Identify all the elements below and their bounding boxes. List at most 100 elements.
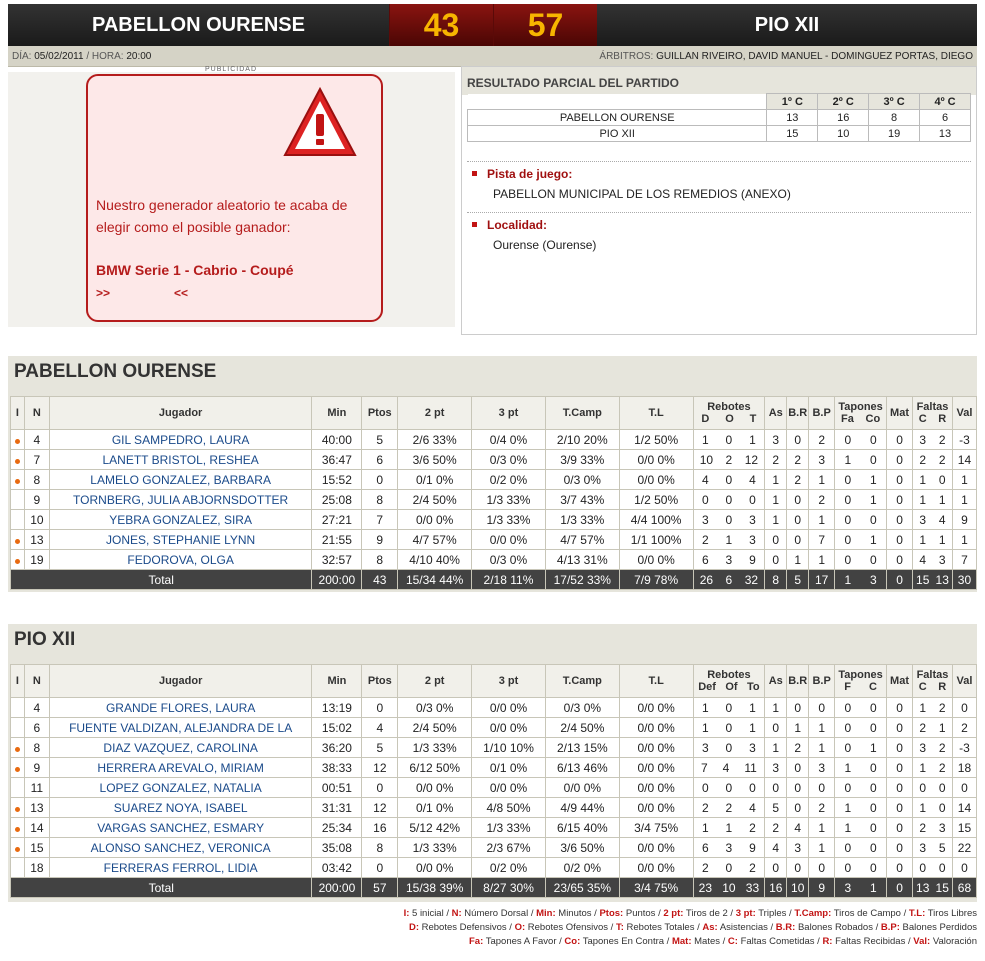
player-name-link[interactable]: TORNBERG, JULIA ABJORNSDOTTER <box>48 489 313 510</box>
arrow-right: << <box>174 286 189 300</box>
legend-key: R: <box>822 936 833 947</box>
cell-number: 13 <box>23 797 50 818</box>
player-name-link[interactable]: LAMELO GONZALEZ, BARBARA <box>48 469 313 490</box>
subvalue: 2 <box>919 452 927 467</box>
cell-min: 36:20 <box>311 737 363 758</box>
subvalue: 0 <box>725 472 733 487</box>
subvalue: 3 <box>919 840 927 855</box>
player-name-link[interactable]: JONES, STEPHANIE LYNN <box>48 529 313 550</box>
col-header-tl: T.L <box>618 396 694 430</box>
ad-arrows[interactable]: >> << <box>96 286 252 300</box>
player-name-link[interactable]: HERRERA AREVALO, MIRIAM <box>48 757 313 778</box>
player-name-link[interactable]: YEBRA GONZALEZ, SIRA <box>48 509 313 530</box>
player-name-link[interactable]: LANETT BRISTOL, RESHEA <box>48 449 313 470</box>
cell-as: 3 <box>764 429 788 450</box>
cell-val: 15 <box>951 817 978 838</box>
subvalue: 3 <box>749 532 756 547</box>
cell-rebounds: 1 1 2 <box>692 817 766 838</box>
subvalue: 0 <box>844 472 852 487</box>
legend-key: D: <box>408 922 419 933</box>
cell-val: 30 <box>951 569 978 590</box>
cell-starter <box>10 857 25 878</box>
cell-starter <box>10 429 25 450</box>
subvalue: C <box>869 681 877 693</box>
starter-dot-icon <box>14 846 20 852</box>
subvalue: R <box>938 413 947 425</box>
cell-subvalues: 01 <box>835 741 886 755</box>
player-name-link[interactable]: LOPEZ GONZALEZ, NATALIA <box>48 777 313 798</box>
legend-desc: Tiros de Campo / <box>833 908 907 919</box>
subvalue: 10 <box>699 452 714 467</box>
cell-val: 9 <box>951 509 978 530</box>
cell-br: 1 <box>786 717 810 738</box>
ad-prize[interactable]: BMW Serie 1 - Cabrio - Coupé <box>96 262 294 278</box>
subvalue: 0 <box>749 492 756 507</box>
cell-subvalues: 13 <box>835 573 886 587</box>
cell-2pt: 1/3 33% <box>397 737 473 758</box>
cell-subvalues: 6 3 9 <box>694 841 765 855</box>
subvalue: 15 <box>935 880 949 895</box>
referees-value: GUILLAN RIVEIRO, DAVID MANUEL - DOMINGUE… <box>656 50 973 62</box>
cell-subvalues: 01 <box>835 473 886 487</box>
player-name-link[interactable]: DIAZ VAZQUEZ, CAROLINA <box>48 737 313 758</box>
cell-starter <box>10 529 25 550</box>
player-name-link[interactable]: GIL SAMPEDRO, LAURA <box>48 429 313 450</box>
subvalue: 1 <box>919 492 927 507</box>
partial-result-title: RESULTADO PARCIAL DEL PARTIDO <box>462 67 976 95</box>
cell-faltas: 21 <box>912 717 953 738</box>
cell-3pt: 1/3 33% <box>471 817 546 838</box>
cell-mat: 0 <box>886 857 913 878</box>
player-name-link[interactable]: FUENTE VALDIZAN, ALEJANDRA DE LA <box>48 717 313 738</box>
cell-bp: 0 <box>808 857 836 878</box>
cell-tl: 0/0 0% <box>618 797 694 818</box>
cell-br: 0 <box>786 697 810 718</box>
referees: ÁRBITROS: GUILLAN RIVEIRO, DAVID MANUEL … <box>599 51 973 62</box>
stats-table: I N Jugador Min Ptos 2 pt 3 pt T.Camp T.L Rebotes… <box>9 664 978 898</box>
player-name-link[interactable]: VARGAS SANCHEZ, ESMARY <box>48 817 313 838</box>
player-name-link[interactable]: FEDOROVA, OLGA <box>48 549 313 570</box>
cell-tapones: 00 <box>834 697 888 718</box>
subvalue: 3 <box>938 820 946 835</box>
player-name-link[interactable]: FERRERAS FERROL, LIDIA <box>48 857 313 878</box>
subvalue: 0 <box>869 452 877 467</box>
cell-val: 22 <box>951 837 978 858</box>
player-name-link[interactable]: SUAREZ NOYA, ISABEL <box>48 797 313 818</box>
cell-as: 8 <box>764 569 788 590</box>
cell-faltas: 43 <box>912 549 953 570</box>
subvalue: 0 <box>725 740 733 755</box>
cell-subvalues: 7 4 11 <box>694 761 765 775</box>
cell-mat: 0 <box>886 877 913 898</box>
subvalue: 2 <box>938 432 946 447</box>
cell-val: 0 <box>951 857 978 878</box>
subvalue: 0 <box>725 860 733 875</box>
cell-faltas: 13 15 <box>912 877 953 898</box>
legend-desc: Tiros de 2 / <box>685 908 734 919</box>
subvalue: 0 <box>869 760 877 775</box>
player-name-link[interactable]: GRANDE FLORES, LAURA <box>48 697 313 718</box>
cell-tcamp: 6/13 46% <box>544 757 620 778</box>
player-name-link[interactable]: ALONSO SANCHEZ, VERONICA <box>48 837 313 858</box>
cell-subvalues: 12 <box>913 701 952 715</box>
cell-pts: 5 <box>361 737 399 758</box>
subvalue: 1 <box>919 532 927 547</box>
venue-value: PABELLON MUNICIPAL DE LOS REMEDIOS (ANEX… <box>493 187 791 201</box>
subvalue: Of <box>725 681 738 693</box>
cell-starter <box>10 549 25 570</box>
subvalue: 3 <box>919 512 927 527</box>
subvalue: 6 <box>725 572 733 587</box>
subvalue: 1 <box>869 472 877 487</box>
cell-rebounds: 0 0 0 <box>692 489 766 510</box>
ad-banner[interactable]: Nuestro generador aleatorio te acaba de … <box>86 74 383 322</box>
quarter-score: 13 <box>919 125 971 142</box>
cell-br: 0 <box>786 509 810 530</box>
cell-tapones: 01 <box>834 737 888 758</box>
cell-subvalues: 00 <box>913 861 952 875</box>
subvalue: 2 <box>701 532 709 547</box>
legend-desc: Tiros Libres <box>927 908 977 919</box>
col-header-starter: I <box>10 396 25 430</box>
cell-starter <box>10 697 25 718</box>
cell-starter <box>10 777 25 798</box>
cell-br: 2 <box>786 449 810 470</box>
cell-mat: 0 <box>886 509 913 530</box>
cell-min: 27:21 <box>311 509 363 530</box>
